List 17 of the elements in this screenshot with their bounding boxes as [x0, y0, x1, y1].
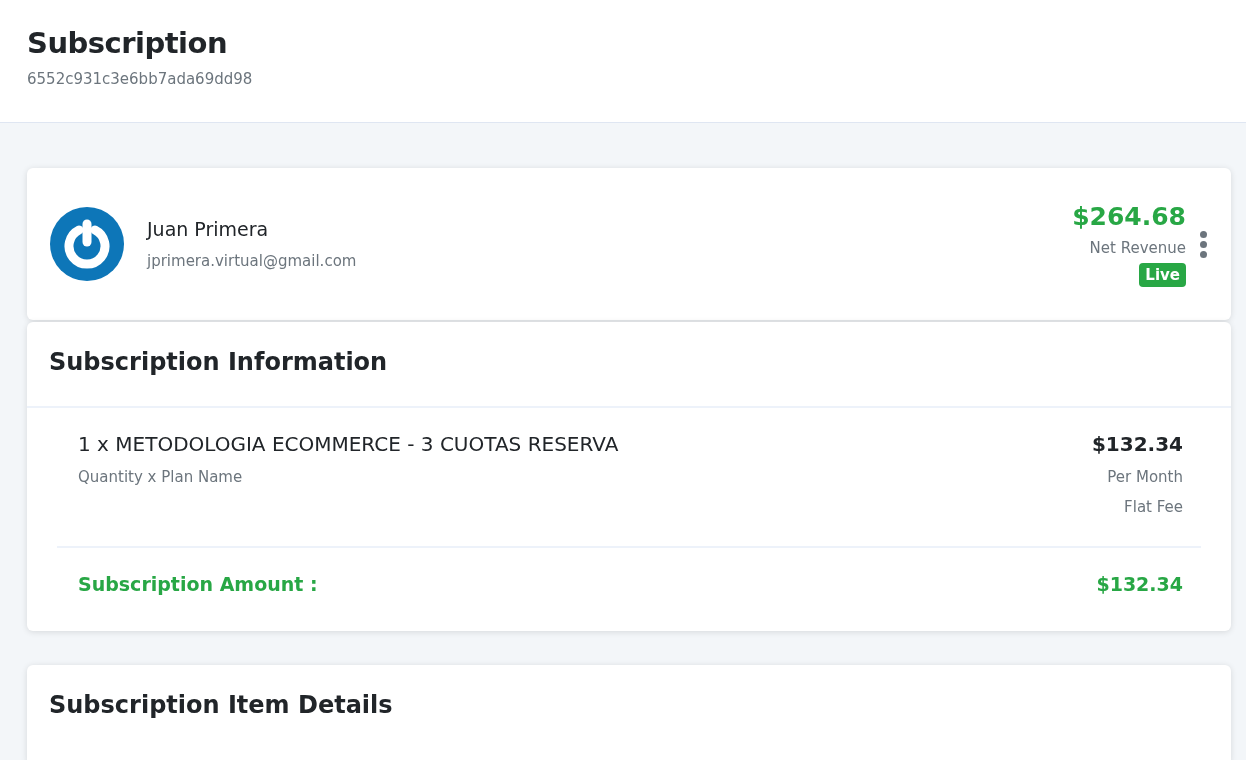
plan-name-label: Quantity x Plan Name: [78, 468, 244, 486]
net-revenue-label: Net Revenue: [1089, 238, 1186, 257]
subscription-id: 6552c931c3e6bb7ada69dd98: [27, 70, 254, 88]
section-title: Subscription Item Details: [48, 690, 394, 721]
customer-name: Juan Primera: [147, 218, 270, 240]
status-badge: Live: [1139, 262, 1186, 287]
power-logo-icon: [49, 206, 125, 282]
net-revenue-amount: $264.68: [1072, 201, 1186, 231]
subscription-amount-value: $132.34: [1096, 573, 1183, 595]
customer-email: jprimera.virtual@gmail.com: [147, 252, 358, 270]
page-title: Subscription: [27, 25, 229, 62]
section-title: Subscription Information: [27, 322, 1231, 408]
billing-period: Per Month: [1106, 468, 1183, 486]
plan-name: 1 x METODOLOGIA ECOMMERCE - 3 CUOTAS RESERVA: [78, 432, 619, 456]
plan-price: $132.34: [1091, 432, 1183, 456]
fee-type: Flat Fee: [1123, 498, 1183, 516]
subscription-amount-label: Subscription Amount :: [78, 573, 318, 595]
